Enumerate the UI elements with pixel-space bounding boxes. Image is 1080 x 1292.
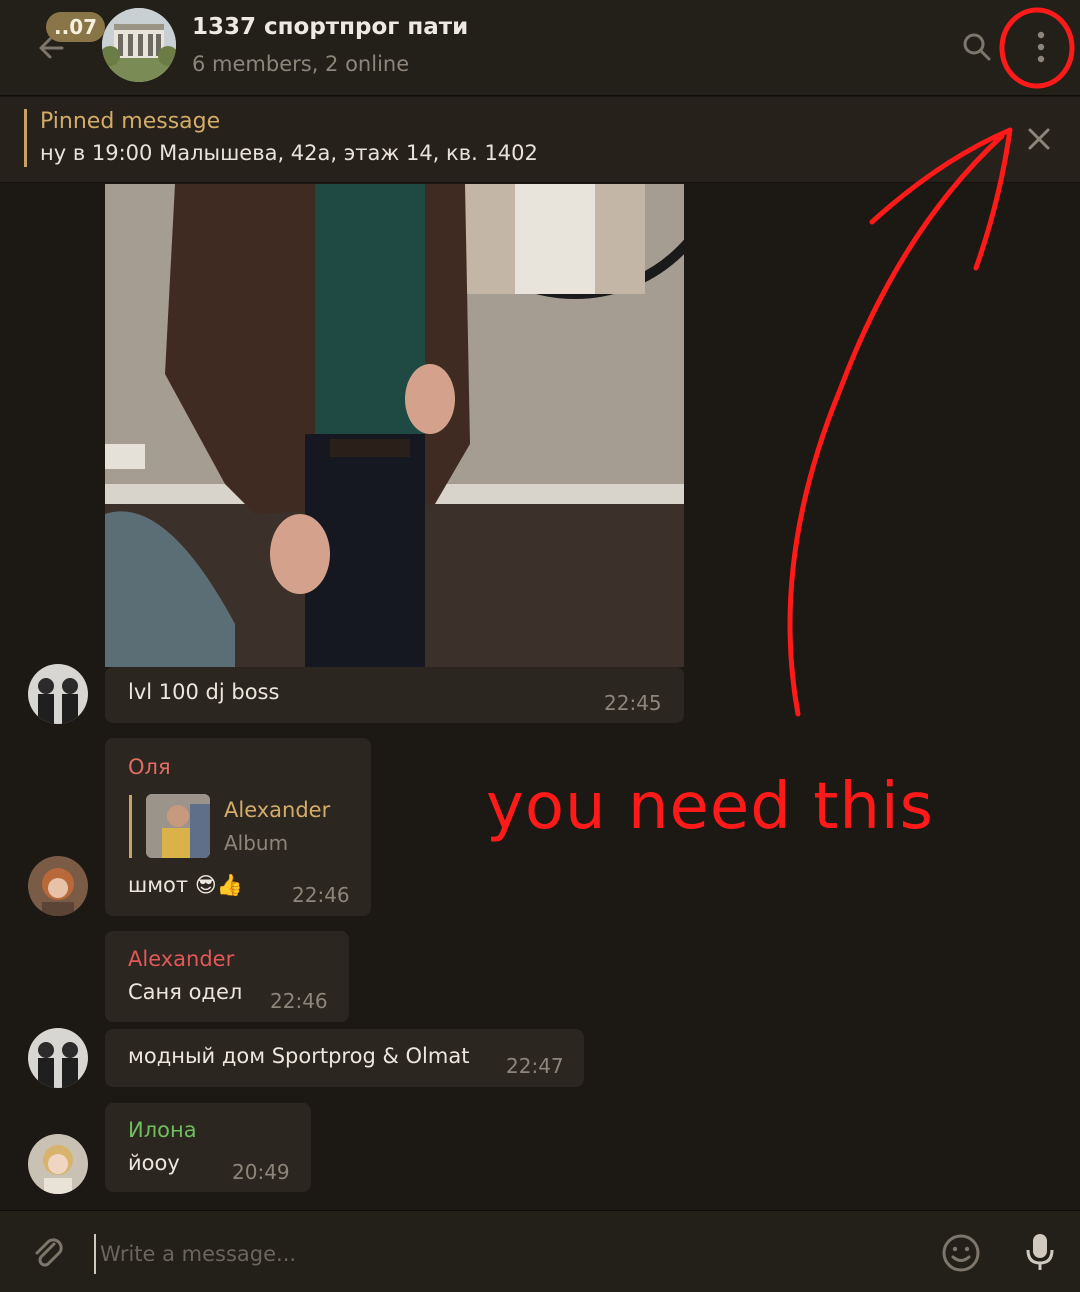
- photo-image: [105, 184, 684, 667]
- message-text: Саня одел: [128, 980, 243, 1004]
- chat-title[interactable]: 1337 спортпрог пати: [192, 14, 468, 40]
- reply-thumbnail-image: [146, 794, 210, 858]
- unread-count-badge: ..07: [46, 12, 106, 42]
- more-vertical-icon: [1037, 31, 1045, 63]
- message-time: 22:46: [270, 989, 328, 1013]
- annotation-label: you need this: [486, 770, 934, 844]
- user-avatar[interactable]: [28, 856, 88, 916]
- message-text: модный дом Sportprog & Olmat: [128, 1044, 470, 1068]
- avatar-image: [28, 1134, 88, 1194]
- reply-thumbnail[interactable]: [146, 794, 210, 858]
- close-icon: [1028, 128, 1050, 150]
- telegram-chat-window: ..07 1337 спортпрог пати 6 members, 2 on…: [0, 0, 1080, 1292]
- user-avatar[interactable]: [28, 1134, 88, 1194]
- arrow-shaft: [787, 133, 1005, 717]
- building-avatar-image: [102, 8, 176, 82]
- avatar-image: [28, 1028, 88, 1088]
- microphone-icon: [1026, 1234, 1054, 1270]
- pinned-title: Pinned message: [40, 109, 221, 134]
- message-text: lvl 100 dj boss: [128, 680, 280, 704]
- emoji-button[interactable]: [940, 1232, 982, 1274]
- microphone-button[interactable]: [1020, 1230, 1060, 1274]
- pinned-text: ну в 19:00 Малышева, 42а, этаж 14, кв. 1…: [40, 141, 538, 165]
- paperclip-icon: [35, 1238, 63, 1267]
- chat-header: ..07 1337 спортпрог пати 6 members, 2 on…: [0, 0, 1080, 96]
- message-photo[interactable]: [105, 184, 684, 667]
- more-options-button[interactable]: [1022, 24, 1060, 70]
- message-time: 22:45: [604, 691, 662, 715]
- user-avatar[interactable]: [28, 664, 88, 724]
- pinned-message-bar[interactable]: Pinned message ну в 19:00 Малышева, 42а,…: [0, 97, 1080, 183]
- attach-button[interactable]: [28, 1232, 68, 1272]
- message-input[interactable]: [94, 1234, 914, 1274]
- message-sender[interactable]: Оля: [128, 755, 171, 779]
- smile-icon: [942, 1234, 980, 1272]
- message-text: йооу: [128, 1151, 180, 1175]
- user-avatar[interactable]: [28, 1028, 88, 1088]
- close-pinned-button[interactable]: [1022, 122, 1056, 156]
- message-sender[interactable]: Alexander: [128, 947, 234, 971]
- avatar-image: [28, 856, 88, 916]
- reply-accent-bar: [129, 795, 132, 858]
- message-time: 22:46: [292, 883, 350, 907]
- message-time: 20:49: [232, 1160, 290, 1184]
- reply-subtitle: Album: [224, 831, 289, 855]
- message-text: шмот 😎👍: [128, 873, 243, 897]
- pinned-accent-bar: [24, 109, 27, 167]
- search-icon: [963, 33, 991, 61]
- chat-member-status: 6 members, 2 online: [192, 52, 410, 76]
- message-time: 22:47: [506, 1054, 564, 1078]
- search-button[interactable]: [958, 28, 996, 66]
- reply-sender: Alexander: [224, 798, 331, 822]
- chat-avatar[interactable]: [102, 8, 176, 82]
- avatar-image: [28, 664, 88, 724]
- message-sender[interactable]: Илона: [128, 1118, 197, 1142]
